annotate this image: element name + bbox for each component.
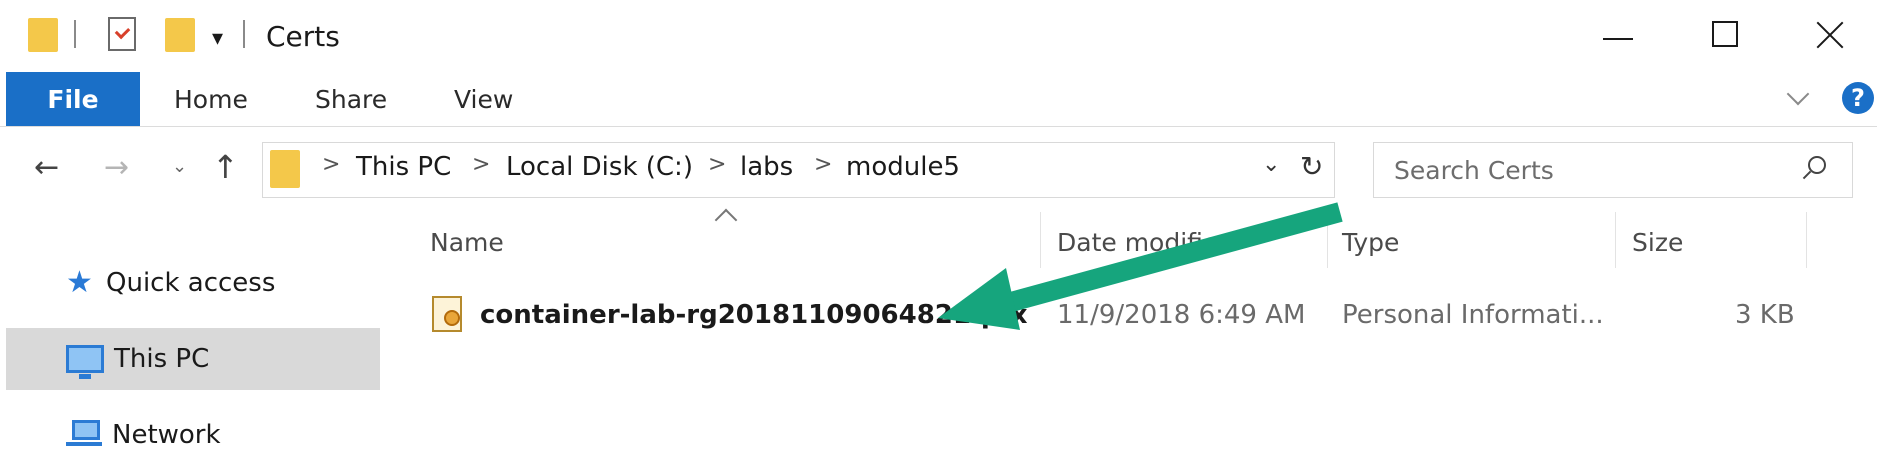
annotation-arrow [938, 202, 1343, 330]
annotation-arrow-shaft [997, 202, 1343, 315]
annotation-arrow-head [938, 268, 1020, 330]
